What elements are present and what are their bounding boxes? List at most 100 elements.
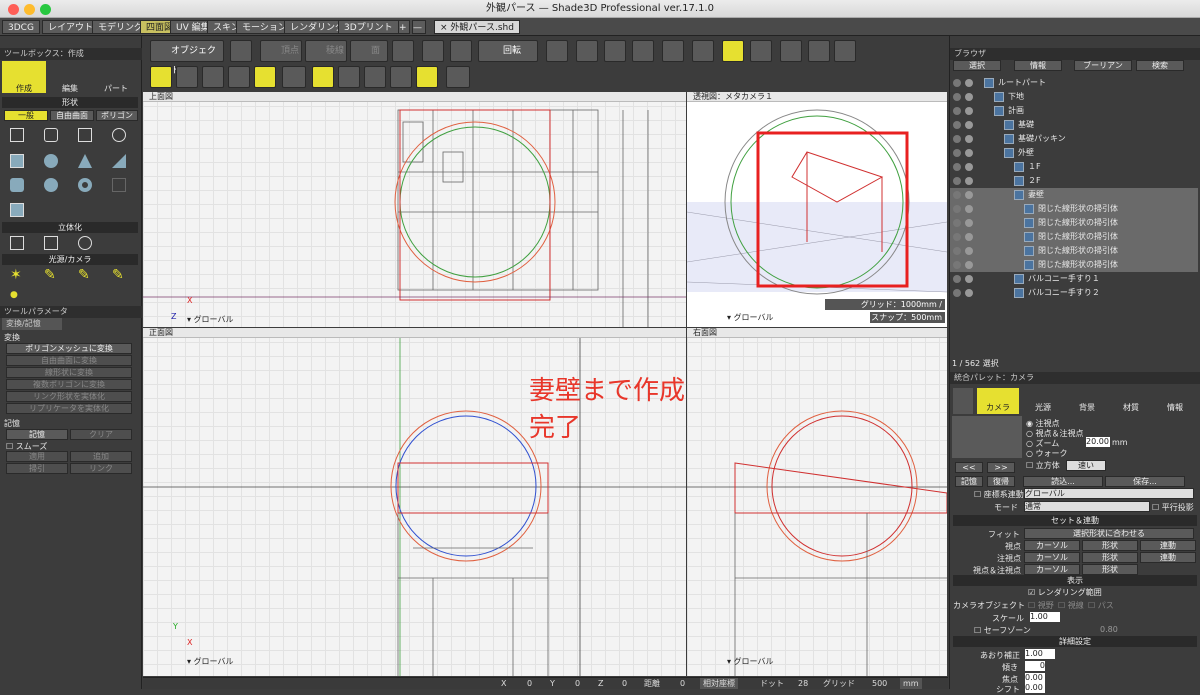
link-icon[interactable] (364, 66, 386, 88)
tree-item[interactable]: 閉じた線形状の掃引体 (950, 202, 1198, 216)
light-camera-section[interactable]: 光源/カメラ (2, 254, 138, 265)
create-tab[interactable]: 作成 (2, 61, 46, 93)
parallel-checkbox[interactable]: ☐ 平行投影 (1152, 502, 1194, 513)
visibility-eye-icon[interactable] (953, 289, 961, 297)
tab-3dcg[interactable]: 3DCG (2, 20, 40, 34)
shape-button[interactable]: 形状 (1082, 564, 1138, 575)
tree-item[interactable]: 下地 (950, 90, 1198, 104)
lock-dot-icon[interactable] (965, 135, 973, 143)
top-view-viewport[interactable]: 上面図 X Z ▾ グローバル (143, 92, 686, 327)
tree-item[interactable]: 閉じた線形状の掃引体 (950, 244, 1198, 258)
mode-select[interactable]: 通常 (1024, 501, 1150, 512)
detail-section[interactable]: 詳細設定 (953, 636, 1197, 647)
visibility-eye-icon[interactable] (953, 261, 961, 269)
tree-item[interactable]: １F (950, 160, 1198, 174)
mesh-toggle-icon[interactable] (150, 66, 172, 88)
lock-dot-icon[interactable] (965, 149, 973, 157)
lock-dot-icon[interactable] (965, 233, 973, 241)
visibility-eye-icon[interactable] (953, 177, 961, 185)
shape-button[interactable]: 形状 (1082, 540, 1138, 551)
perspective-viewport[interactable]: 透視図：メタカメラ１ グリッド：1000mm / 5000mm スナップ：500… (687, 92, 947, 327)
document-tab[interactable]: × 外観パース.shd (434, 20, 520, 34)
point-light-icon[interactable]: ✶ (10, 268, 24, 282)
tree-item[interactable]: 閉じた線形状の掃引体 (950, 230, 1198, 244)
xz-icon[interactable] (692, 40, 714, 62)
target-icon[interactable] (576, 40, 598, 62)
tree-item[interactable]: 閉じた線形状の掃引体 (950, 258, 1198, 272)
snap-toggle-icon[interactable] (254, 66, 276, 88)
unit-select[interactable]: mm (900, 678, 922, 689)
shape-tab-freeform[interactable]: 自由曲面 (50, 110, 94, 121)
convert-polygon-mesh-button[interactable]: ポリゴンメッシュに変換 (6, 343, 132, 354)
lock-dot-icon[interactable] (965, 177, 973, 185)
lock-dot-icon[interactable] (965, 275, 973, 283)
palette-save-button[interactable]: 保存... (1105, 476, 1185, 487)
visibility-eye-icon[interactable] (953, 205, 961, 213)
selection-box-icon[interactable] (392, 40, 414, 62)
camera-preview[interactable] (952, 416, 1022, 458)
curve-tool-icon[interactable] (44, 128, 58, 142)
camera-tool-icon[interactable]: ● (10, 290, 24, 300)
part-tab[interactable]: パート (94, 61, 138, 93)
torus-tool-icon[interactable] (78, 178, 92, 192)
browser-tab-info[interactable]: 情報 (1014, 60, 1062, 71)
palette-tab-light[interactable]: 光源 (1023, 388, 1063, 414)
sphere-grid-icon[interactable] (390, 66, 412, 88)
glasses-icon[interactable] (834, 40, 856, 62)
number-icon[interactable] (228, 66, 250, 88)
shape-fill-icon[interactable] (416, 66, 438, 88)
cone-tool-icon[interactable] (78, 154, 92, 168)
visibility-eye-icon[interactable] (953, 247, 961, 255)
tree-item[interactable]: 閉じた線形状の掃引体 (950, 216, 1198, 230)
tree-item[interactable]: 外壁 (950, 146, 1198, 160)
palette-camera-icon[interactable] (953, 388, 973, 414)
layers-icon[interactable] (632, 40, 654, 62)
render-sphere-icon[interactable] (662, 40, 684, 62)
shading-toggle-icon[interactable] (312, 66, 334, 88)
visibility-eye-icon[interactable] (953, 121, 961, 129)
focus-input[interactable]: 0.00 (1025, 673, 1045, 683)
visibility-eye-icon[interactable] (953, 163, 961, 171)
prev-button[interactable]: << (955, 462, 983, 473)
close-window-icon[interactable] (8, 4, 19, 15)
tilt-input[interactable]: 0 (1025, 661, 1045, 671)
cursor-button[interactable]: カーソル (1024, 564, 1080, 575)
tree-item[interactable]: 妻壁 (950, 188, 1198, 202)
convert-memory-tab[interactable]: 変換/記憶 (2, 318, 62, 330)
minimize-window-icon[interactable] (24, 4, 35, 15)
tab-menu-icon[interactable]: — (412, 20, 426, 34)
tab-add-icon[interactable]: + (398, 20, 410, 34)
camera-snapshot-icon[interactable] (230, 40, 252, 62)
shape-tab-general[interactable]: 一般 (4, 110, 48, 121)
lock-dot-icon[interactable] (965, 79, 973, 87)
material-ball-icon[interactable] (446, 66, 470, 88)
palette-tab-background[interactable]: 背景 (1067, 388, 1107, 414)
next-button[interactable]: >> (987, 462, 1015, 473)
tab-3dprint[interactable]: 3Dプリント (338, 20, 399, 34)
lock-dot-icon[interactable] (965, 163, 973, 171)
circle-tool-icon[interactable] (112, 128, 126, 142)
tree-item[interactable]: 計画 (950, 104, 1198, 118)
tree-item[interactable]: ルートパート (950, 76, 1198, 90)
polyline-box-tool-icon[interactable] (10, 203, 24, 217)
object-mode-button[interactable]: オブジェクト (150, 40, 224, 76)
memory-button[interactable]: 記憶 (6, 429, 68, 440)
mode-walk[interactable]: ○ ウォーク (1026, 448, 1068, 459)
box-tool-icon[interactable] (10, 154, 24, 168)
set-link-section[interactable]: セット＆連動 (953, 515, 1197, 526)
tilt-corr-input[interactable]: 1.00 (1025, 649, 1055, 659)
tree-item[interactable]: ２F (950, 174, 1198, 188)
visibility-eye-icon[interactable] (953, 191, 961, 199)
revolve-tool-icon[interactable] (44, 236, 58, 250)
gear-tool-icon[interactable] (604, 40, 626, 62)
speed-select[interactable]: 速い (1066, 460, 1106, 471)
figure-icon[interactable] (808, 40, 830, 62)
palette-tab-info[interactable]: 情報 (1155, 388, 1195, 414)
visibility-eye-icon[interactable] (953, 219, 961, 227)
rectangle-tool-icon[interactable] (78, 128, 92, 142)
zoom-window-icon[interactable] (40, 4, 51, 15)
visibility-eye-icon[interactable] (953, 107, 961, 115)
tree-item[interactable]: 基礎 (950, 118, 1198, 132)
cube-checkbox[interactable]: ☐ 立方体 (1026, 460, 1060, 471)
zoom-input[interactable]: 20.00 (1086, 437, 1110, 447)
